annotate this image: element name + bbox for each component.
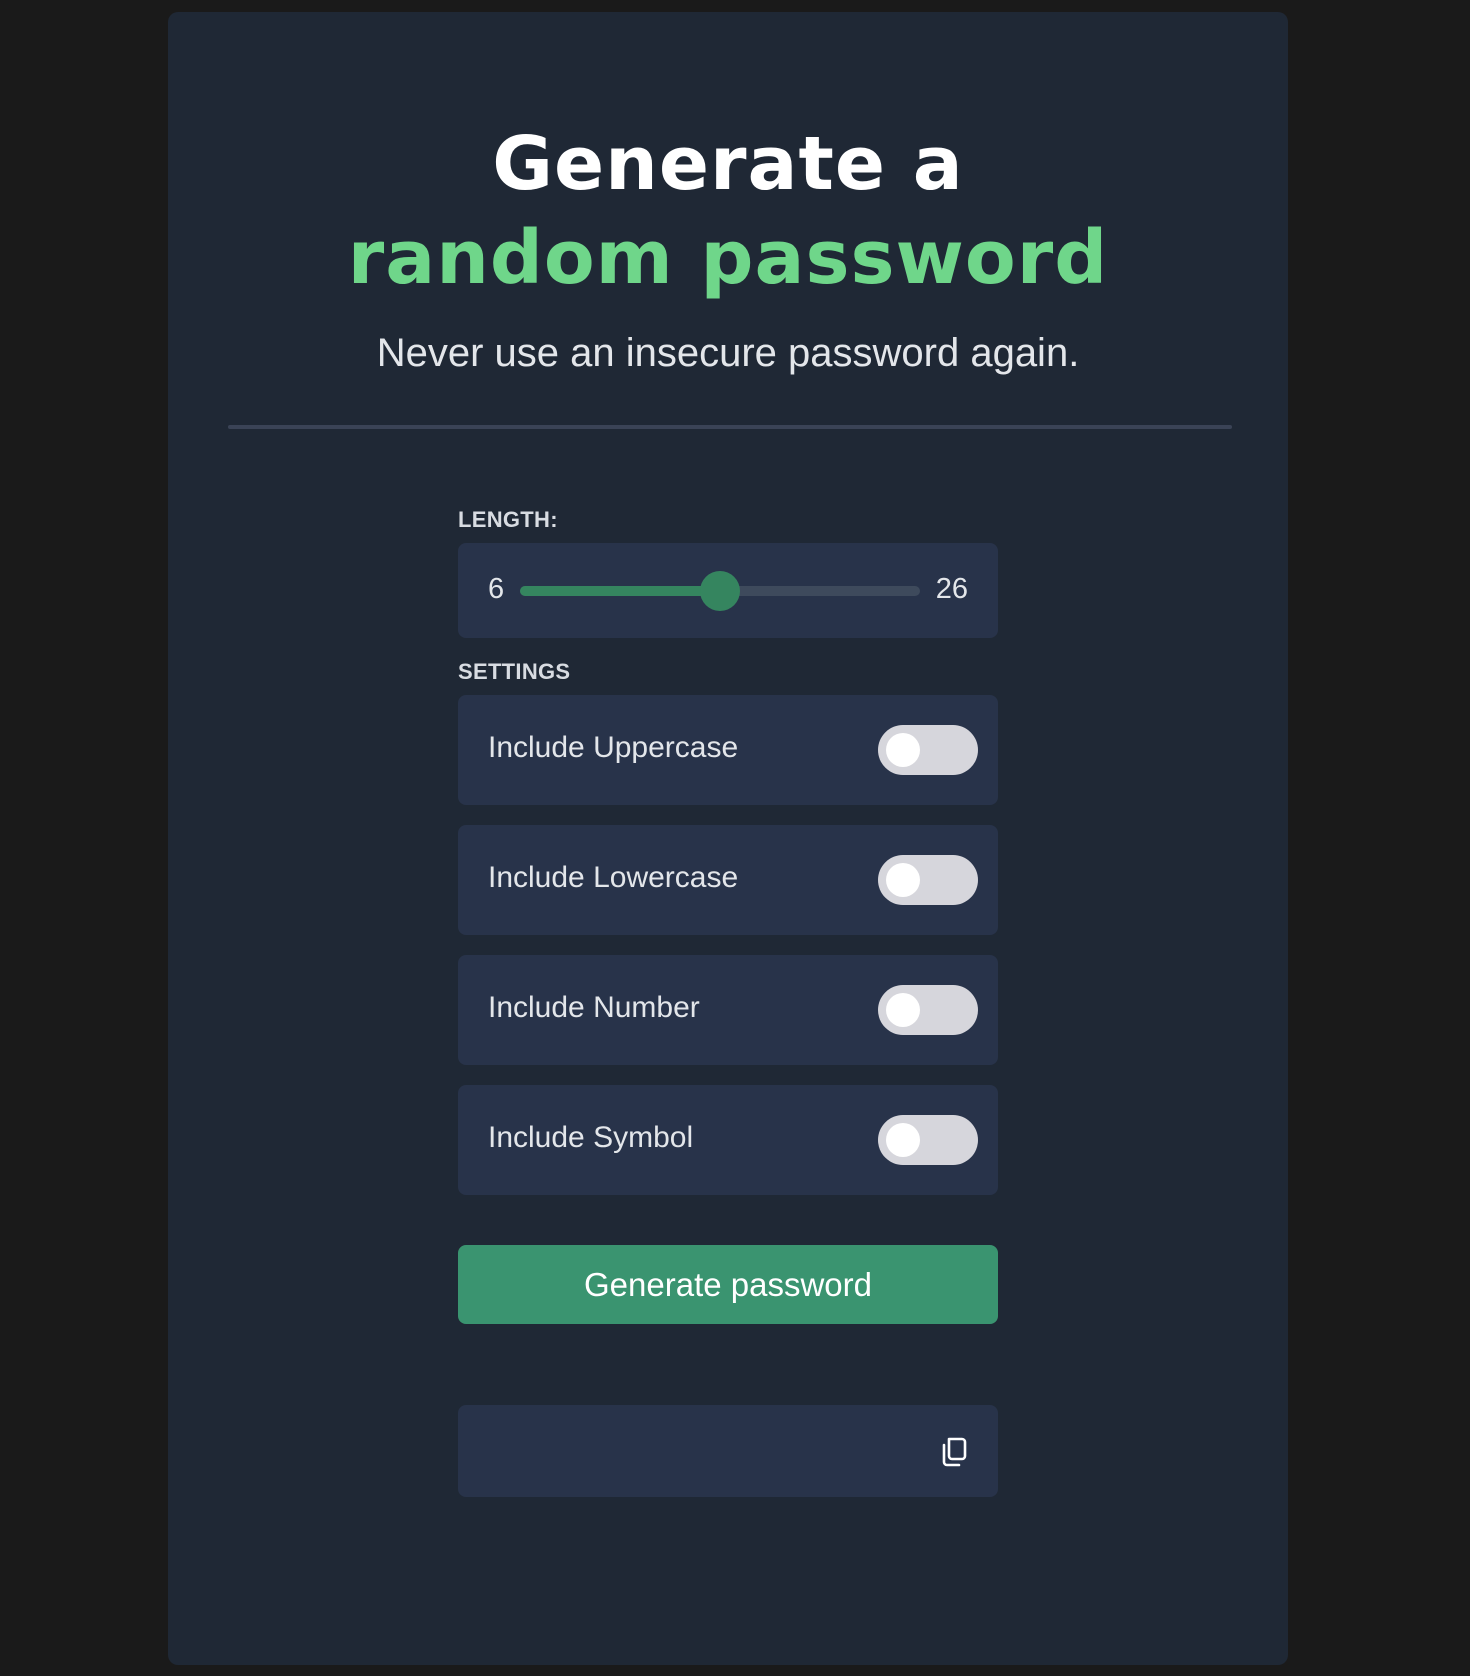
setting-row-lowercase: Include Lowercase [458, 825, 998, 935]
toggle-knob [886, 993, 920, 1027]
slider-min-value: 6 [488, 573, 505, 605]
password-output [458, 1405, 998, 1497]
setting-label: Include Symbol [488, 1121, 694, 1154]
setting-label: Include Uppercase [488, 731, 739, 764]
slider-thumb[interactable] [700, 571, 740, 611]
page-title: Generate a [492, 121, 964, 207]
length-label: LENGTH: [458, 507, 558, 532]
page-title-highlight: random password [347, 215, 1109, 301]
toggle-number[interactable] [878, 985, 978, 1035]
setting-row-number: Include Number [458, 955, 998, 1065]
divider [228, 425, 1232, 429]
generator-card: Generate a random password Never use an … [168, 12, 1288, 1665]
toggle-symbol[interactable] [878, 1115, 978, 1165]
toggle-lowercase[interactable] [878, 855, 978, 905]
toggle-knob [886, 733, 920, 767]
settings-label: SETTINGS [458, 659, 571, 684]
toggle-knob [886, 863, 920, 897]
toggle-knob [886, 1123, 920, 1157]
setting-row-symbol: Include Symbol [458, 1085, 998, 1195]
length-panel: 6 26 [458, 543, 998, 638]
slider-fill [520, 586, 720, 596]
copy-icon[interactable] [938, 1433, 972, 1469]
page-subtitle: Never use an insecure password again. [376, 331, 1080, 375]
setting-row-uppercase: Include Uppercase [458, 695, 998, 805]
setting-label: Include Number [488, 991, 700, 1024]
generate-password-button[interactable]: Generate password [458, 1245, 998, 1324]
length-slider[interactable] [520, 571, 920, 611]
setting-label: Include Lowercase [488, 861, 739, 894]
toggle-uppercase[interactable] [878, 725, 978, 775]
slider-max-value: 26 [935, 573, 968, 605]
